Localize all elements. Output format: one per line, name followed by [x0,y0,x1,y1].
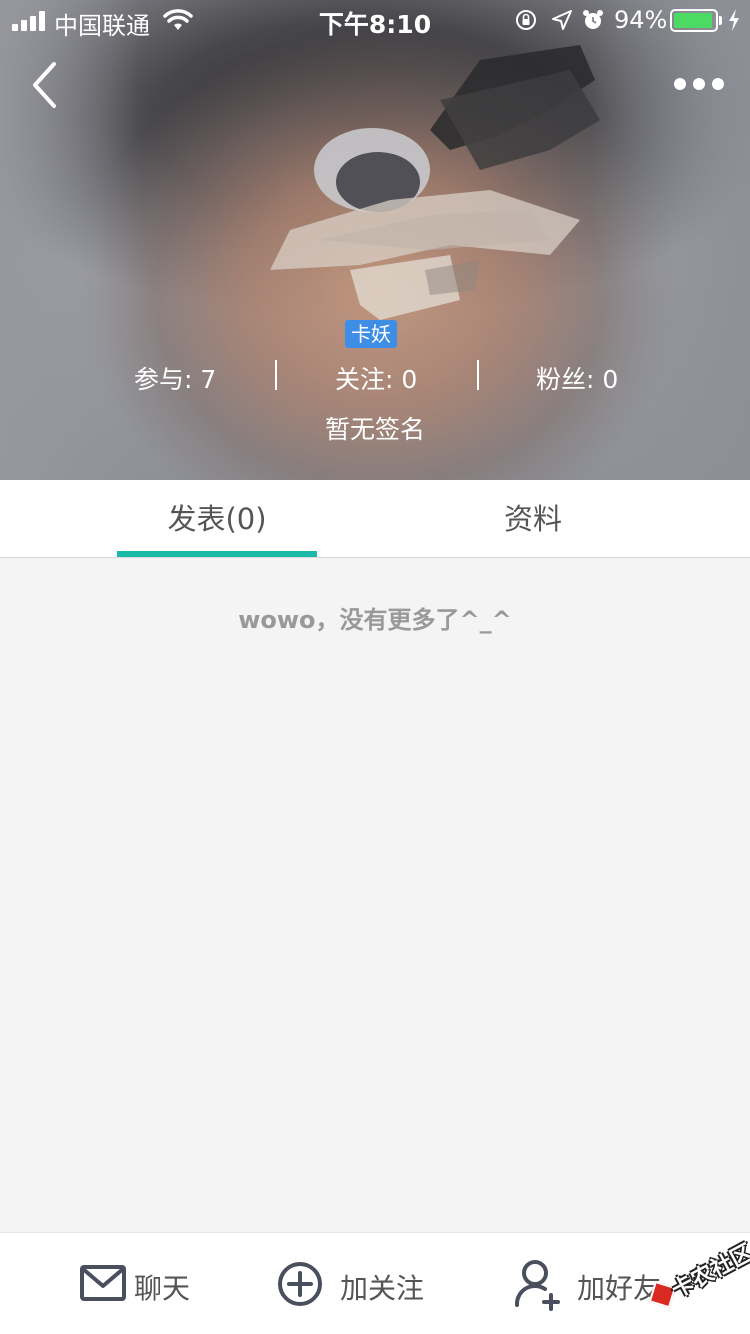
chat-label: 聊天 [134,1272,191,1305]
stat-divider [477,360,479,390]
avatar[interactable] [250,40,610,340]
battery-percent: 94% [614,6,668,34]
profile-header: 中国联通 下午8:10 94% 卡妖 参与: 7 关注: 0 粉丝: 0 暂无签… [0,0,750,480]
location-icon [552,10,572,30]
stat-participation[interactable]: 参与: 7 [134,360,216,396]
stat-followers[interactable]: 粉丝: 0 [536,360,618,396]
mail-icon [80,1265,126,1301]
follow-button[interactable]: 加关注 [276,1259,436,1309]
tab-posts[interactable]: 发表(0) [117,480,317,558]
profile-tabs: 发表(0) 资料 [0,480,750,558]
empty-feed-message: wowo，没有更多了^_^ [238,606,512,634]
bottom-action-bar: 聊天 加关注 加好友 [0,1232,750,1334]
stat-divider [275,360,277,390]
chevron-left-icon[interactable] [28,60,68,110]
active-tab-indicator [117,551,317,557]
stat-following[interactable]: 关注: 0 [335,360,417,396]
add-user-icon [514,1260,560,1311]
charging-icon [729,9,739,31]
rotation-lock-icon [516,10,536,30]
plus-circle-icon [278,1262,322,1306]
tab-profile-info[interactable]: 资料 [433,480,633,558]
user-signature: 暂无签名 [324,415,425,444]
follow-label: 加关注 [340,1272,425,1305]
status-bar: 中国联通 下午8:10 94% [0,0,750,40]
chat-button[interactable]: 聊天 [80,1259,200,1309]
profile-page: 中国联通 下午8:10 94% 卡妖 参与: 7 关注: 0 粉丝: 0 暂无签… [0,0,750,1334]
battery-icon [670,9,718,32]
username-tag: 卡妖 [345,320,397,348]
more-dots-icon[interactable] [668,66,730,102]
profile-stats: 参与: 7 关注: 0 粉丝: 0 [0,352,750,396]
alarm-icon [583,10,603,29]
